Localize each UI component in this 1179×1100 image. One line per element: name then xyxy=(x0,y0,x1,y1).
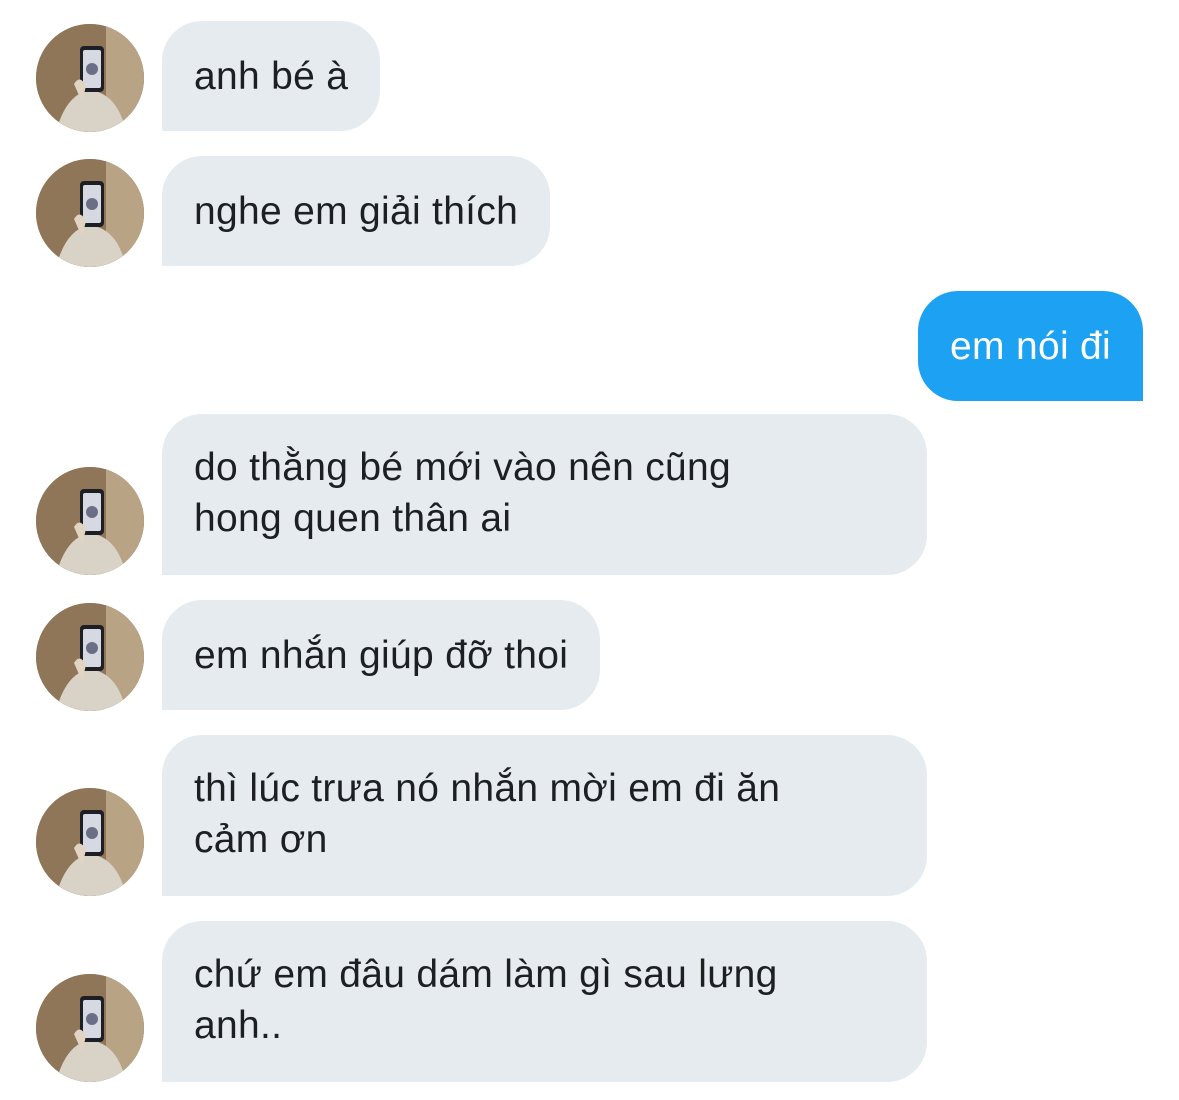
message-text-line: chứ em đâu dám làm gì sau lưng xyxy=(194,953,778,996)
avatar-photo-icon xyxy=(36,24,144,132)
message-bubble-incoming[interactable]: nghe em giải thích xyxy=(162,156,551,266)
sender-avatar[interactable] xyxy=(36,159,144,267)
message-bubble-outgoing[interactable]: em nói đi xyxy=(918,291,1143,401)
avatar-photo-icon xyxy=(36,603,144,711)
sender-avatar[interactable] xyxy=(36,24,144,132)
message-bubble-incoming[interactable]: anh bé à xyxy=(162,21,381,131)
sender-avatar[interactable] xyxy=(36,467,144,575)
message-bubble-incoming[interactable]: em nhắn giúp đỡ thoi xyxy=(162,600,601,710)
message-text-line: hong quen thân ai xyxy=(194,497,512,540)
sender-avatar[interactable] xyxy=(36,788,144,896)
avatar-photo-icon xyxy=(36,467,144,575)
message-text-line: cảm ơn xyxy=(194,818,328,861)
message-text-line: do thằng bé mới vào nên cũng xyxy=(194,446,732,489)
message-text-line: thì lúc trưa nó nhắn mời em đi ăn xyxy=(194,767,781,810)
message-text: nghe em giải thích xyxy=(194,189,519,233)
sender-avatar[interactable] xyxy=(36,603,144,711)
message-bubble-incoming[interactable]: do thằng bé mới vào nên cũng hong quen t… xyxy=(162,414,927,575)
sender-avatar[interactable] xyxy=(36,974,144,1082)
message-text-line: anh.. xyxy=(194,1004,283,1047)
avatar-photo-icon xyxy=(36,974,144,1082)
message-text: anh bé à xyxy=(194,54,349,98)
avatar-photo-icon xyxy=(36,159,144,267)
message-bubble-incoming[interactable]: thì lúc trưa nó nhắn mời em đi ăn cảm ơn xyxy=(162,735,927,896)
avatar-photo-icon xyxy=(36,788,144,896)
message-text: em nói đi xyxy=(950,324,1111,368)
message-text: em nhắn giúp đỡ thoi xyxy=(194,633,569,677)
message-bubble-incoming[interactable]: chứ em đâu dám làm gì sau lưng anh.. xyxy=(162,921,927,1082)
